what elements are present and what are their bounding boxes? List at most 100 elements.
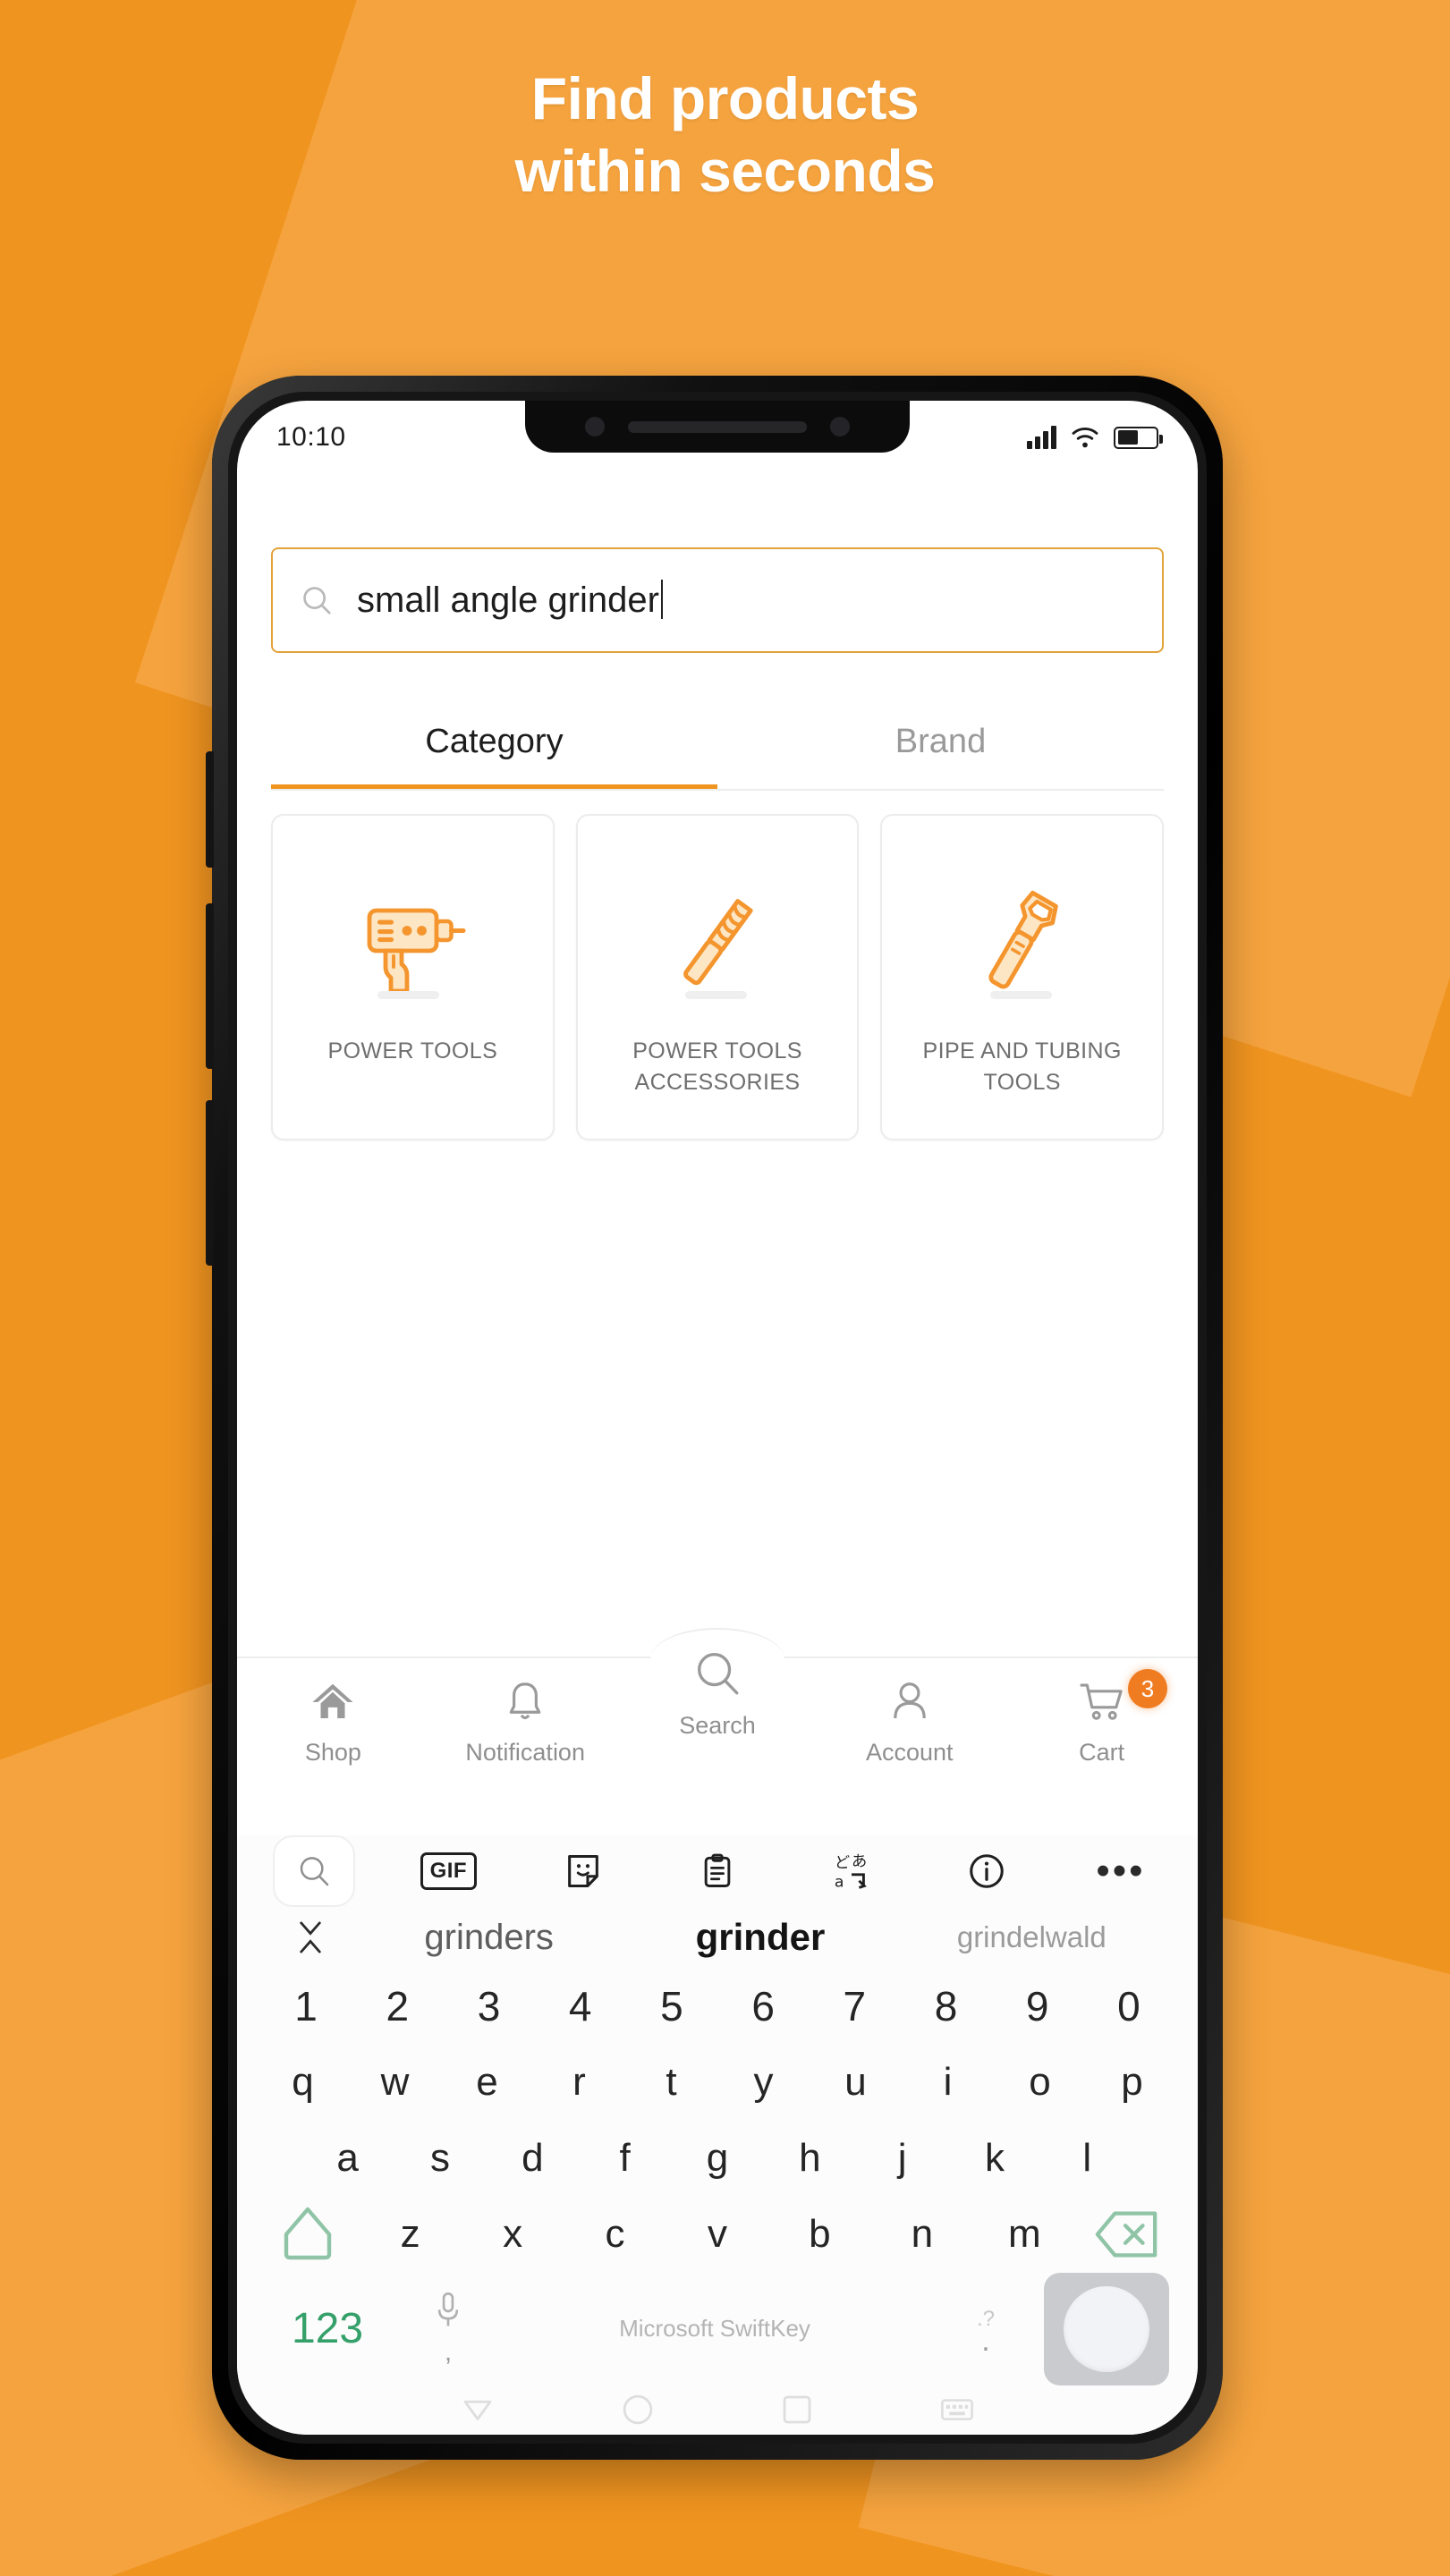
key-a[interactable]: a	[301, 2136, 394, 2181]
svg-text:ど: ど	[835, 1854, 850, 1872]
suggestion-expand-button[interactable]	[267, 1918, 353, 1957]
category-card-power-tools-accessories[interactable]: POWER TOOLS ACCESSORIES	[575, 814, 860, 1140]
headline-line-2: within seconds	[514, 137, 936, 204]
keyboard-more-button[interactable]: •••	[1080, 1835, 1162, 1907]
key-f[interactable]: f	[579, 2136, 671, 2181]
nav-item-label: Cart	[1079, 1739, 1125, 1766]
search-input-value: small angle grinder	[357, 580, 663, 621]
key-microphone[interactable]: ,	[394, 2291, 502, 2368]
search-icon	[303, 587, 331, 614]
home-icon[interactable]	[619, 2391, 657, 2428]
category-card-label: POWER TOOLS ACCESSORIES	[632, 1038, 802, 1095]
keyboard-row-numbers: 1 2 3 4 5 6 7 8 9 0	[237, 1968, 1198, 2044]
suggestion-item[interactable]: grinders	[353, 1918, 624, 1958]
keyboard-gif-button[interactable]: GIF	[407, 1835, 489, 1907]
keyboard-icon[interactable]	[938, 2391, 976, 2428]
category-card-list: POWER TOOLS POWER TOOLS ACCESSORIES PIPE…	[237, 791, 1198, 1140]
key-c[interactable]: c	[564, 2212, 666, 2257]
key-8[interactable]: 8	[900, 1982, 991, 2030]
key-i[interactable]: i	[902, 2060, 994, 2105]
software-keyboard: GIF ど あ a ••• grinders grinder grindelwa…	[237, 1835, 1198, 2435]
keyboard-info-button[interactable]	[945, 1835, 1028, 1907]
key-2[interactable]: 2	[352, 1982, 443, 2030]
drill-bit-icon	[650, 862, 784, 1023]
nav-item-label: Shop	[304, 1739, 361, 1766]
chevron-expand-icon	[300, 1921, 321, 1953]
keyboard-translate-button[interactable]: ど あ a	[810, 1835, 893, 1907]
tab-category[interactable]: Category	[271, 699, 717, 789]
key-n[interactable]: n	[871, 2212, 973, 2257]
suggestion-item-active[interactable]: grinder	[624, 1916, 895, 1959]
key-j[interactable]: j	[856, 2136, 948, 2181]
phone-button-volume-up[interactable]	[206, 903, 214, 1069]
back-icon[interactable]	[459, 2391, 496, 2428]
key-enter[interactable]	[1044, 2272, 1169, 2385]
key-l[interactable]: l	[1041, 2136, 1133, 2181]
nav-item-account[interactable]: Account	[813, 1678, 1005, 1767]
key-b[interactable]: b	[768, 2212, 870, 2257]
nav-item-notification[interactable]: Notification	[429, 1678, 622, 1767]
key-p[interactable]: p	[1086, 2060, 1178, 2105]
emoji-enter-key-icon	[1064, 2285, 1149, 2372]
search-input[interactable]: small angle grinder	[271, 547, 1164, 653]
key-shift[interactable]	[257, 2203, 359, 2266]
key-w[interactable]: w	[349, 2060, 441, 2105]
key-4[interactable]: 4	[535, 1982, 626, 2030]
key-comma-label: ,	[444, 2336, 453, 2367]
pipe-wrench-icon	[955, 862, 1090, 1023]
key-space[interactable]: Microsoft SwiftKey	[502, 2315, 928, 2343]
proximity-sensor-icon	[830, 417, 850, 436]
keyboard-row-3: z x c v b n m	[237, 2197, 1198, 2273]
key-d[interactable]: d	[487, 2136, 579, 2181]
nav-item-cart[interactable]: 3 Cart	[1005, 1669, 1198, 1767]
key-0[interactable]: 0	[1083, 1982, 1174, 2030]
keyboard-clipboard-button[interactable]	[676, 1835, 759, 1907]
key-m[interactable]: m	[973, 2212, 1075, 2257]
category-card-pipe-and-tubing-tools[interactable]: PIPE AND TUBING TOOLS	[880, 814, 1165, 1140]
earpiece-speaker	[628, 420, 807, 433]
recents-icon[interactable]	[778, 2391, 816, 2428]
key-1[interactable]: 1	[260, 1982, 352, 2030]
key-y[interactable]: y	[717, 2060, 810, 2105]
translate-icon: ど あ a	[835, 1852, 867, 1891]
key-k[interactable]: k	[948, 2136, 1040, 2181]
key-e[interactable]: e	[441, 2060, 533, 2105]
key-u[interactable]: u	[810, 2060, 902, 2105]
key-t[interactable]: t	[625, 2060, 717, 2105]
key-r[interactable]: r	[533, 2060, 625, 2105]
key-9[interactable]: 9	[992, 1982, 1083, 2030]
nav-item-search[interactable]: Search	[622, 1648, 814, 1740]
microphone-icon	[437, 2292, 459, 2326]
key-s[interactable]: s	[394, 2136, 486, 2181]
key-z[interactable]: z	[359, 2212, 461, 2257]
status-bar-icons	[1027, 426, 1163, 449]
key-6[interactable]: 6	[717, 1982, 809, 2030]
keyboard-sticker-button[interactable]	[542, 1835, 624, 1907]
more-icon: •••	[1096, 1849, 1146, 1894]
front-camera-icon	[585, 417, 605, 436]
key-v[interactable]: v	[666, 2212, 768, 2257]
keyboard-search-button[interactable]	[273, 1835, 355, 1907]
category-card-label: PIPE AND TUBING TOOLS	[922, 1038, 1122, 1095]
android-navigation-bar	[237, 2385, 1198, 2435]
key-7[interactable]: 7	[809, 1982, 900, 2030]
key-h[interactable]: h	[764, 2136, 856, 2181]
key-backspace[interactable]	[1076, 2207, 1178, 2262]
key-x[interactable]: x	[462, 2212, 564, 2257]
key-period[interactable]: .? .	[928, 2307, 1044, 2356]
key-3[interactable]: 3	[443, 1982, 534, 2030]
key-g[interactable]: g	[671, 2136, 763, 2181]
key-o[interactable]: o	[994, 2060, 1086, 2105]
shift-key-icon	[284, 2207, 332, 2260]
phone-button-volume-down[interactable]	[206, 1100, 214, 1266]
key-q[interactable]: q	[257, 2060, 349, 2105]
tab-brand[interactable]: Brand	[717, 699, 1164, 789]
suggestion-item[interactable]: grindelwald	[896, 1920, 1167, 1954]
result-tabs: Category Brand	[271, 699, 1164, 791]
nav-item-shop[interactable]: Shop	[237, 1678, 429, 1767]
sticker-icon	[567, 1854, 598, 1888]
key-5[interactable]: 5	[626, 1982, 717, 2030]
category-card-power-tools[interactable]: POWER TOOLS	[271, 814, 555, 1140]
phone-button-mute[interactable]	[206, 751, 214, 868]
key-numeric-switch[interactable]: 123	[260, 2304, 394, 2353]
